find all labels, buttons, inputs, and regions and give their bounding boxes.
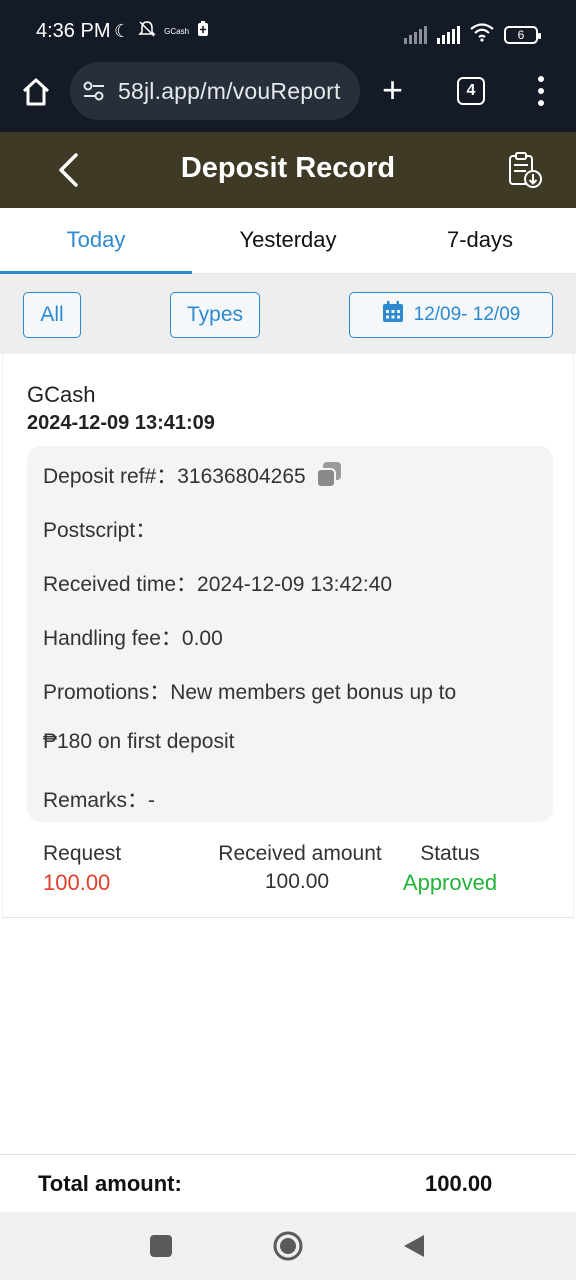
status-left-icons: ☾ GCash [114, 20, 209, 43]
bell-off-icon [138, 20, 156, 43]
battery-icon: 6 [504, 25, 541, 44]
status-right-icons: 6 [404, 22, 541, 47]
nav-back-icon[interactable] [402, 1233, 426, 1259]
total-bar: Total amount: 100.00 [0, 1154, 576, 1212]
tab-switcher-button[interactable]: 4 [457, 77, 485, 105]
received-amount-label: Received amount [218, 842, 382, 865]
menu-icon[interactable] [536, 76, 546, 106]
payment-method: GCash [27, 382, 96, 407]
signal-icon-2 [437, 25, 460, 44]
moon-icon: ☾ [114, 21, 131, 41]
home-circle-icon[interactable] [272, 1230, 304, 1262]
date-range-label: 12/09- 12/09 [413, 304, 521, 325]
status-time: 4:36 PM [36, 20, 111, 42]
page-title: Deposit Record [180, 152, 396, 184]
report-download-icon[interactable] [504, 150, 544, 190]
url-text[interactable]: 58jl.app/m/vouReport [118, 78, 341, 105]
request-label: Request [43, 842, 122, 865]
date-range-button[interactable]: 12/09- 12/09 [349, 292, 553, 338]
total-value: 100.00 [425, 1171, 493, 1196]
tab-today[interactable]: Today [0, 208, 192, 274]
deposit-record-card: GCash 2024-12-09 13:41:09 Deposit ref#：3… [2, 354, 574, 918]
address-bar[interactable]: 58jl.app/m/vouReport [70, 62, 360, 120]
site-settings-icon[interactable] [82, 80, 106, 102]
filter-bar: All Types 12/09- 12/09 [0, 274, 576, 354]
promotions-row-cont: ₱180 on first deposit [43, 730, 235, 753]
received-amount-value: 100.00 [264, 870, 330, 893]
app-header: Deposit Record [0, 132, 576, 208]
promotions-row: Promotions：New members get bonus up to [43, 681, 457, 704]
received-time-row: Received time：2024-12-09 13:42:40 [43, 573, 393, 596]
plus-icon[interactable]: + [382, 72, 403, 108]
total-label: Total amount: [38, 1171, 182, 1196]
browser-toolbar: 58jl.app/m/vouReport + 4 [0, 62, 576, 132]
status-badge: Approved [402, 870, 498, 895]
battery-saver-icon [197, 21, 209, 42]
home-icon[interactable] [20, 76, 52, 108]
status-bar: 4:36 PM ☾ GCash 6 [0, 0, 576, 62]
filter-all-button[interactable]: All [23, 292, 81, 338]
deposit-ref-row: Deposit ref#：31636804265 [43, 460, 344, 492]
deposit-ref-text: Deposit ref#：31636804265 [43, 465, 306, 488]
request-value: 100.00 [43, 870, 111, 895]
record-datetime: 2024-12-09 13:41:09 [27, 412, 215, 434]
tab-7-days[interactable]: 7-days [384, 208, 576, 273]
gcash-notification: GCash [164, 27, 190, 36]
handling-fee-row: Handling fee：0.00 [43, 627, 223, 650]
wifi-icon [470, 22, 494, 47]
tab-yesterday[interactable]: Yesterday [192, 208, 384, 273]
postscript-row: Postscript： [43, 519, 157, 542]
calendar-icon [382, 301, 404, 329]
recents-icon[interactable] [150, 1235, 172, 1257]
status-label: Status [420, 842, 480, 865]
signal-icon-1 [404, 25, 427, 44]
date-tabs: Today Yesterday 7-days [0, 208, 576, 274]
copy-icon[interactable] [314, 460, 344, 490]
remarks-row: Remarks：- [43, 789, 156, 812]
system-nav-bar [0, 1212, 576, 1280]
record-details: Deposit ref#：31636804265 Postscript： Rec… [27, 446, 553, 822]
battery-level: 6 [517, 27, 525, 42]
filter-types-button[interactable]: Types [170, 292, 260, 338]
